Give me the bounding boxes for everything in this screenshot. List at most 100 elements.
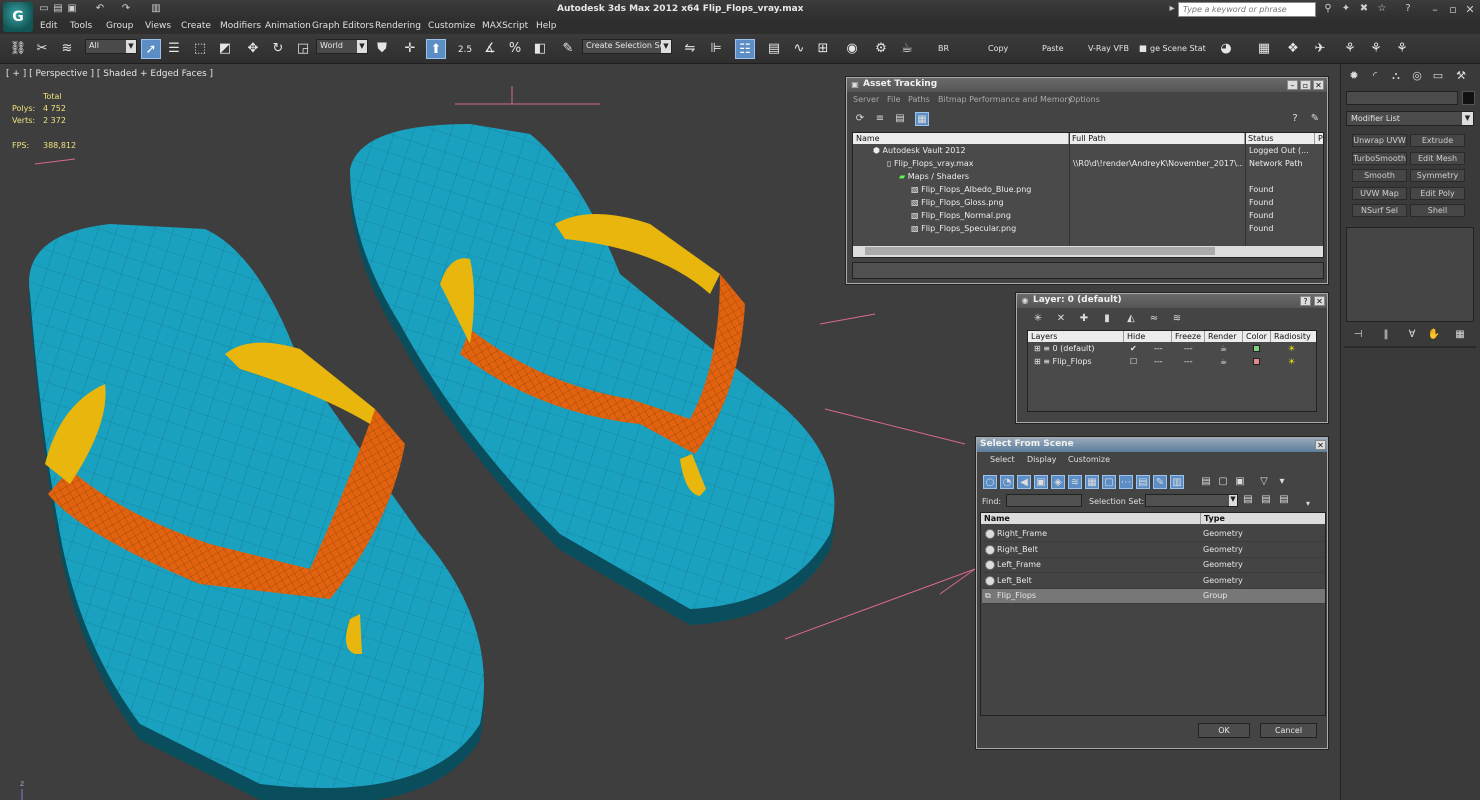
move-icon[interactable]: ✥ bbox=[243, 39, 263, 59]
graphite-tools-icon[interactable]: ▤ bbox=[764, 39, 784, 59]
display-tab-icon[interactable]: ▭ bbox=[1430, 68, 1446, 84]
layer-radiosity-icon[interactable]: ☀ bbox=[1286, 356, 1297, 369]
sfs-row[interactable]: Left_Belt Geometry bbox=[982, 574, 1325, 589]
select-by-name-icon[interactable]: ☰ bbox=[164, 39, 184, 59]
menu-help[interactable]: Help bbox=[536, 21, 557, 31]
render-setup-icon[interactable]: ⚙ bbox=[871, 39, 891, 59]
filter-helpers-icon[interactable]: ◈ bbox=[1051, 475, 1065, 489]
rectangular-selection-icon[interactable]: ⬚ bbox=[190, 39, 210, 59]
subscription-icon[interactable]: ✦ bbox=[1340, 3, 1352, 15]
viewport-label[interactable]: [ + ] [ Perspective ] [ Shaded + Edged F… bbox=[6, 69, 213, 79]
reference-coordinate-dropdown[interactable]: World ▼ bbox=[316, 39, 368, 54]
ok-button[interactable]: OK bbox=[1198, 723, 1250, 738]
layer-col-color[interactable]: Color bbox=[1243, 331, 1271, 342]
asset-row-name[interactable]: ▧ Flip_Flops_Gloss.png bbox=[909, 197, 1067, 210]
window-crossing-icon[interactable]: ◩ bbox=[215, 39, 235, 59]
filter-frozen-icon[interactable]: ✎ bbox=[1153, 475, 1167, 489]
asset-menu-options[interactable]: Options bbox=[1069, 95, 1100, 104]
filter-shapes-icon[interactable]: ◔ bbox=[1000, 475, 1014, 489]
br-button[interactable]: BR bbox=[938, 44, 949, 53]
render-frame-icon[interactable]: ☕ bbox=[897, 39, 917, 59]
angle-snap-icon[interactable]: ∡ bbox=[480, 39, 500, 59]
refresh-icon[interactable]: ⟳ bbox=[853, 112, 867, 126]
link-icon[interactable]: ⛓ bbox=[8, 39, 28, 59]
asset-menu-file[interactable]: File bbox=[887, 95, 900, 104]
asset-row-name[interactable]: ▰ Maps / Shaders bbox=[897, 171, 1067, 184]
display-all-icon[interactable]: ▤ bbox=[1199, 475, 1213, 489]
modifier-edit-poly-button[interactable]: Edit Poly bbox=[1410, 187, 1465, 200]
menu-animation[interactable]: Animation bbox=[265, 21, 311, 31]
favorites-icon[interactable]: ☆ bbox=[1376, 3, 1388, 15]
rotate-icon[interactable]: ↻ bbox=[268, 39, 288, 59]
scene-states-icon[interactable]: ▪ bbox=[1136, 39, 1150, 59]
edit-named-selection-icon[interactable]: ✎ bbox=[558, 39, 578, 59]
layer-table[interactable]: Layers Hide Freeze Render Color Radiosit… bbox=[1027, 330, 1317, 412]
sfs-col-name[interactable]: Name bbox=[981, 513, 1201, 524]
asset-row-name[interactable]: ▧ Flip_Flops_Normal.png bbox=[909, 210, 1067, 223]
filter-lights-icon[interactable]: ◀ bbox=[1017, 475, 1031, 489]
filter-containers-icon[interactable]: ▤ bbox=[1136, 475, 1150, 489]
modifier-smooth-button[interactable]: Smooth bbox=[1352, 169, 1407, 182]
minimize-icon[interactable]: – bbox=[1428, 3, 1442, 16]
paste-button[interactable]: Paste bbox=[1042, 44, 1064, 53]
asset-horizontal-scrollbar[interactable] bbox=[853, 246, 1323, 257]
layer-color-swatch[interactable] bbox=[1253, 358, 1260, 365]
modifier-uvw-map-button[interactable]: UVW Map bbox=[1352, 187, 1407, 200]
asset-col-full-path[interactable]: Full Path bbox=[1069, 133, 1245, 144]
motion-tab-icon[interactable]: ◎ bbox=[1409, 68, 1425, 84]
bind-spacewarp-icon[interactable]: ≋ bbox=[57, 39, 77, 59]
undo-icon[interactable]: ↶ bbox=[94, 3, 106, 15]
rig-tool-1-icon[interactable]: ⚘ bbox=[1340, 39, 1360, 59]
create-layer-icon[interactable]: ✳ bbox=[1031, 312, 1045, 326]
layer-row-checkbox-icon[interactable]: ☐ bbox=[1128, 356, 1139, 369]
make-unique-icon[interactable]: ∀ bbox=[1405, 328, 1419, 342]
configure-sets-icon[interactable]: ▦ bbox=[1453, 328, 1467, 342]
spinner-snap-icon[interactable]: ◧ bbox=[530, 39, 550, 59]
material-editor-icon[interactable]: ◉ bbox=[842, 39, 862, 59]
object-color-swatch[interactable] bbox=[1462, 91, 1475, 105]
sfs-filter-options-icon[interactable]: ▾ bbox=[1275, 475, 1289, 489]
schematic-view-icon[interactable]: ⊞ bbox=[813, 39, 833, 59]
open-icon[interactable]: ▤ bbox=[52, 3, 64, 15]
modifier-shell-button[interactable]: Shell bbox=[1410, 204, 1465, 217]
sfs-object-list[interactable]: Name Type Right_Frame Geometry Right_Bel… bbox=[980, 512, 1326, 716]
hide-all-icon[interactable]: ≈ bbox=[1147, 312, 1161, 326]
vray-logo-icon[interactable]: ◕ bbox=[1216, 39, 1236, 59]
layer-row-hide[interactable]: --- bbox=[1152, 343, 1165, 356]
cancel-button[interactable]: Cancel bbox=[1260, 723, 1317, 738]
menu-modifiers[interactable]: Modifiers bbox=[220, 21, 261, 31]
layer-col-radiosity[interactable]: Radiosity bbox=[1271, 331, 1316, 342]
sfs-set-icon-3[interactable]: ▤ bbox=[1277, 493, 1291, 507]
object-group-icon[interactable]: ❖ bbox=[1283, 39, 1303, 59]
create-tab-icon[interactable]: ✹ bbox=[1346, 68, 1362, 84]
layer-row-render-icon[interactable]: ☕ bbox=[1218, 356, 1229, 369]
sfs-set-icon-2[interactable]: ▤ bbox=[1259, 493, 1273, 507]
display-invert-icon[interactable]: ▣ bbox=[1233, 475, 1247, 489]
select-manipulate-icon[interactable]: ✛ bbox=[400, 39, 420, 59]
communication-icon[interactable]: ✖ bbox=[1358, 3, 1370, 15]
modifier-turbosmooth-button[interactable]: TurboSmooth bbox=[1352, 152, 1407, 165]
layer-col-render[interactable]: Render bbox=[1205, 331, 1243, 342]
named-selection-dropdown[interactable]: Create Selection Se ▼ bbox=[582, 39, 672, 54]
search-input[interactable]: Type a keyword or phrase bbox=[1178, 2, 1316, 17]
app-logo-icon[interactable]: G bbox=[3, 2, 33, 32]
menu-tools[interactable]: Tools bbox=[70, 21, 92, 31]
close-icon[interactable]: ✕ bbox=[1463, 3, 1477, 16]
asset-col-name[interactable]: Name bbox=[853, 133, 1069, 144]
new-file-icon[interactable]: ▭ bbox=[38, 3, 50, 15]
sfs-set-icon-1[interactable]: ▤ bbox=[1241, 493, 1255, 507]
find-input[interactable] bbox=[1006, 494, 1082, 507]
details-view-icon[interactable]: ▤ bbox=[893, 112, 907, 126]
rig-tool-2-icon[interactable]: ⚘ bbox=[1366, 39, 1386, 59]
sfs-row[interactable]: Right_Belt Geometry bbox=[982, 543, 1325, 558]
layer-manager-icon[interactable]: ☷ bbox=[735, 39, 755, 59]
highlight-layer-icon[interactable]: ◭ bbox=[1124, 312, 1138, 326]
asset-minimize-icon[interactable]: – bbox=[1287, 80, 1298, 90]
hierarchy-tab-icon[interactable]: ⛬ bbox=[1388, 68, 1404, 84]
asset-maximize-icon[interactable]: ▫ bbox=[1300, 80, 1311, 90]
scene-states-button[interactable]: ge Scene Stat bbox=[1150, 44, 1206, 53]
filter-cameras-icon[interactable]: ▣ bbox=[1034, 475, 1048, 489]
copy-button[interactable]: Copy bbox=[988, 44, 1008, 53]
list-view-icon[interactable]: ≡ bbox=[873, 112, 887, 126]
modifier-stack[interactable] bbox=[1346, 227, 1474, 322]
